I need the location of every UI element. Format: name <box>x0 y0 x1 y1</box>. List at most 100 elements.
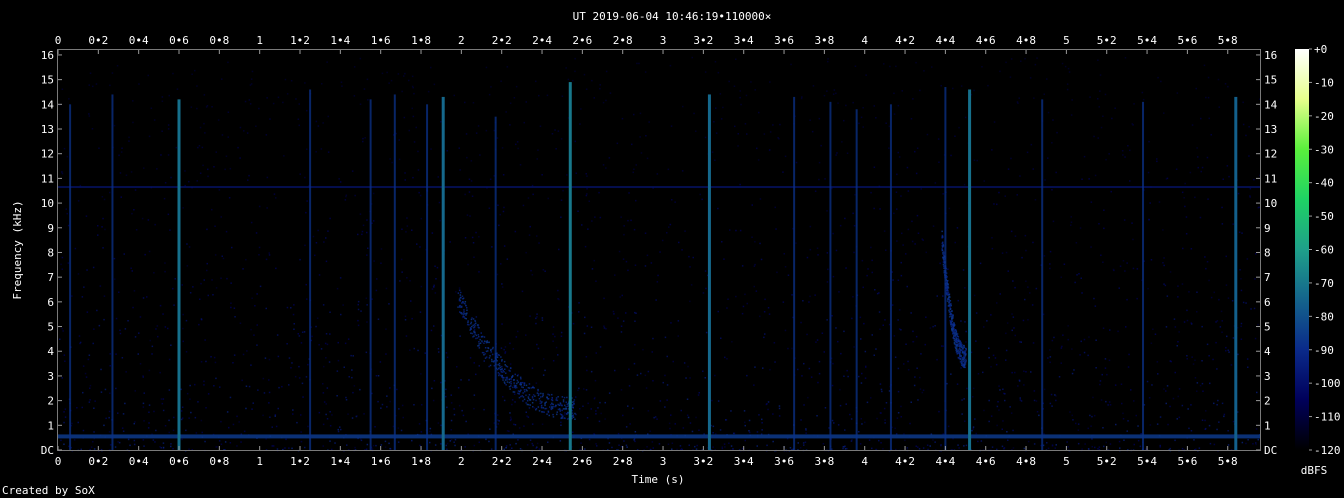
x-tick-label-top: 3 <box>660 34 667 47</box>
x-tick-label-top: 2 <box>458 34 465 47</box>
impulse-medium <box>889 104 892 450</box>
y-tick-label-right: 1 <box>1264 419 1271 432</box>
impulse-medium <box>494 116 497 451</box>
y-tick-label-left: 3 <box>47 370 54 383</box>
colorbar-tick-label: -90 <box>1314 344 1334 357</box>
colorbar-tick-label: +0 <box>1314 43 1327 56</box>
plot-background <box>58 50 1260 450</box>
x-tick-label-top: 3•6 <box>774 34 794 47</box>
y-tick-label-left: 7 <box>47 271 54 284</box>
x-tick-label-bottom: 4•8 <box>1016 455 1036 468</box>
y-tick-label-right: 14 <box>1264 98 1278 111</box>
x-tick-label-bottom: 5•8 <box>1218 455 1238 468</box>
y-tick-label-left: 11 <box>41 172 54 185</box>
y-tick-label-right: 15 <box>1264 74 1277 87</box>
impulse-strong <box>968 89 972 451</box>
x-tick-label-top: 0 <box>55 34 62 47</box>
impulse-medium <box>855 109 858 450</box>
x-tick-label-bottom: 2•8 <box>613 455 633 468</box>
impulse-medium <box>309 89 312 451</box>
y-tick-label-left: 12 <box>41 148 54 161</box>
x-tick-label-bottom: 2•2 <box>492 455 512 468</box>
impulse-medium <box>944 87 947 450</box>
x-tick-label-top: 1•6 <box>371 34 391 47</box>
colorbar-tick-label: -120 <box>1314 444 1341 457</box>
y-tick-label-left: 8 <box>47 246 54 259</box>
y-tick-label-right: 9 <box>1264 222 1271 235</box>
x-tick-label-bottom: 1•8 <box>411 455 431 468</box>
colorbar-tick-label: -80 <box>1314 310 1334 323</box>
colorbar-tick-label: -30 <box>1314 143 1334 156</box>
x-tick-label-bottom: 3 <box>660 455 667 468</box>
chart-title: UT 2019-06-04 10:46:19•110000× <box>573 10 772 23</box>
y-tick-label-right: 7 <box>1264 271 1271 284</box>
x-tick-label-top: 5•6 <box>1177 34 1197 47</box>
x-tick-label-bottom: 4•6 <box>976 455 996 468</box>
y-tick-label-left: 14 <box>41 98 55 111</box>
x-tick-label-top: 5•2 <box>1097 34 1117 47</box>
x-tick-label-bottom: 1•4 <box>330 455 350 468</box>
colorbar-tick-label: -110 <box>1314 411 1341 424</box>
spectrogram-chart: UT 2019-06-04 10:46:19•110000× 0 0•2 0•4 0•… <box>2 10 1341 497</box>
x-tick-label-top: 5•4 <box>1137 34 1157 47</box>
colorbar-tick-label: -60 <box>1314 244 1334 257</box>
x-tick-label-bottom: 2•6 <box>572 455 592 468</box>
y-tick-label-right: 16 <box>1264 49 1277 62</box>
colorbar-tick-label: -50 <box>1314 210 1334 223</box>
impulse-medium <box>69 104 72 450</box>
impulse-strong <box>1234 96 1238 451</box>
x-tick-label-bottom: 4•2 <box>895 455 915 468</box>
x-tick-label-top: 0•2 <box>88 34 108 47</box>
y-tick-label-right: DC <box>1264 444 1277 457</box>
x-tick-label-bottom: 0•2 <box>88 455 108 468</box>
impulse-strong <box>441 96 445 451</box>
x-tick-label-top: 3•8 <box>814 34 834 47</box>
colorbar-axis: +0 -10 -20 -30 -40 -50 -60 -70 -80 -90 -100 -110 -12… <box>1309 43 1341 457</box>
impulse-medium <box>829 101 832 450</box>
x-tick-label-top: 3•2 <box>693 34 713 47</box>
colorbar-tick-label: -40 <box>1314 177 1334 190</box>
x-tick-label-top: 2•6 <box>572 34 592 47</box>
x-tick-label-top: 5•8 <box>1218 34 1238 47</box>
x-tick-label-bottom: 2•4 <box>532 455 552 468</box>
y-axis-label: Frequency (kHz) <box>11 200 24 299</box>
colorbar-tick-label: -10 <box>1314 76 1334 89</box>
y-tick-label-left: 9 <box>47 222 54 235</box>
x-tick-label-bottom: 4•4 <box>935 455 955 468</box>
x-tick-label-bottom: 1•2 <box>290 455 310 468</box>
x-tick-label-top: 4•2 <box>895 34 915 47</box>
impulse-medium <box>1142 101 1145 450</box>
x-tick-label-bottom: 0•4 <box>129 455 149 468</box>
y-tick-label-left: 1 <box>47 419 54 432</box>
y-tick-label-right: 12 <box>1264 148 1277 161</box>
x-tick-label-bottom: 5•4 <box>1137 455 1157 468</box>
y-tick-label-right: 11 <box>1264 172 1277 185</box>
colorbar <box>1295 49 1309 450</box>
x-tick-label-bottom: 3•6 <box>774 455 794 468</box>
x-axis-label: Time (s) <box>632 473 685 486</box>
x-tick-label-top: 4•4 <box>935 34 955 47</box>
x-tick-label-top: 4 <box>861 34 868 47</box>
y-tick-label-left: 6 <box>47 296 54 309</box>
impulse-medium <box>1041 99 1044 450</box>
hum-line <box>58 434 1260 439</box>
x-tick-label-top: 4•8 <box>1016 34 1036 47</box>
impulse-strong <box>707 94 711 450</box>
x-tick-label-bottom: 0•6 <box>169 455 189 468</box>
x-tick-label-bottom: 0 <box>55 455 62 468</box>
x-tick-label-top: 2•2 <box>492 34 512 47</box>
tone-line <box>58 186 1260 189</box>
impulse-medium <box>111 94 114 450</box>
y-tick-label-left: 2 <box>47 395 54 408</box>
colorbar-tick-label: -100 <box>1314 377 1341 390</box>
y-tick-label-right: 4 <box>1264 345 1271 358</box>
x-tick-label-bottom: 0•8 <box>209 455 229 468</box>
y-tick-label-right: 2 <box>1264 395 1271 408</box>
impulse-medium <box>793 96 796 451</box>
x-tick-label-bottom: 3•2 <box>693 455 713 468</box>
y-tick-label-right: 5 <box>1264 321 1271 334</box>
x-tick-label-bottom: 5•6 <box>1177 455 1197 468</box>
impulse-strong <box>568 82 572 451</box>
y-tick-label-left: 15 <box>41 74 54 87</box>
x-tick-label-top: 2•4 <box>532 34 552 47</box>
